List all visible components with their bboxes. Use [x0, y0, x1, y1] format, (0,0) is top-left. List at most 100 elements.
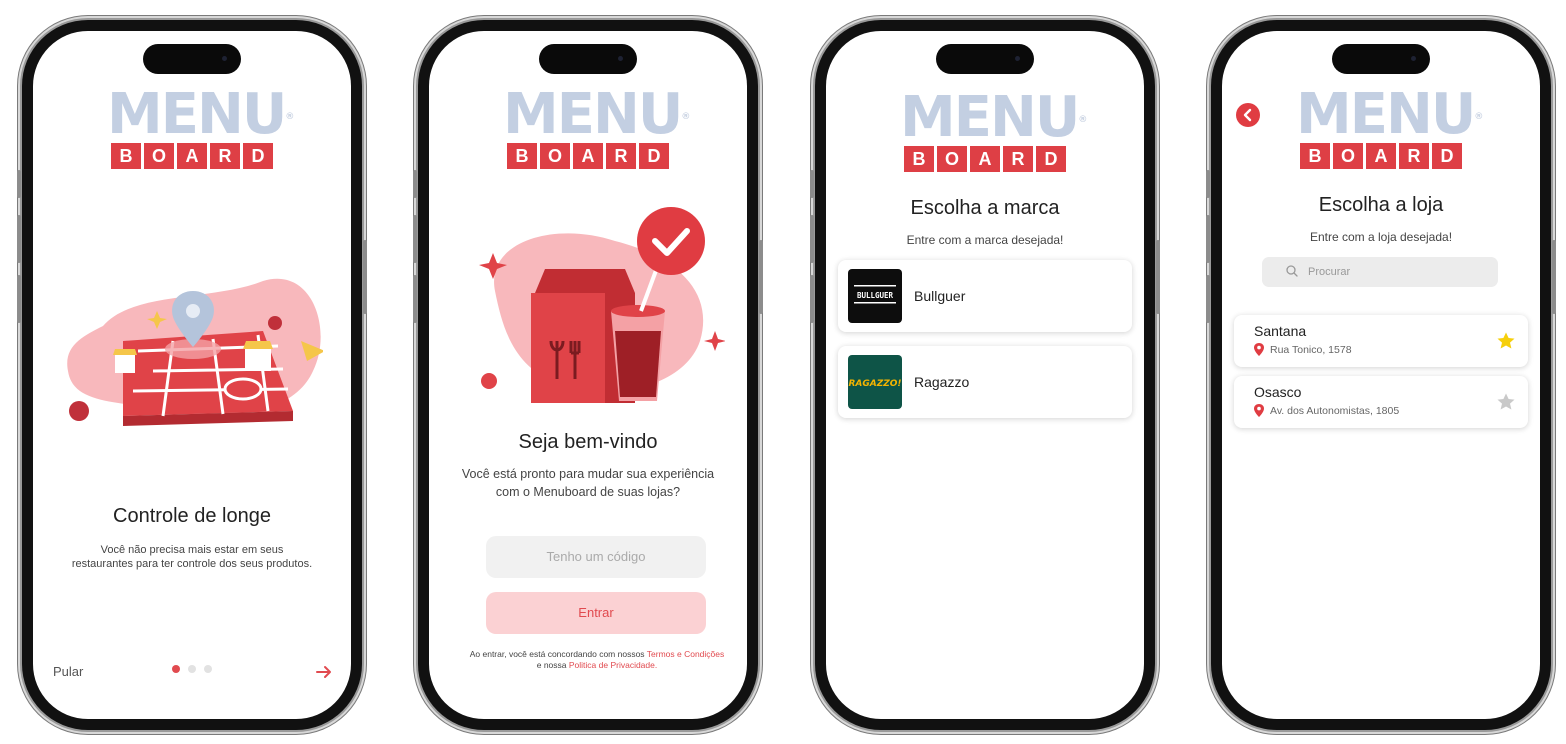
logo-registered: ®	[1474, 112, 1484, 122]
logo-registered: ®	[285, 112, 295, 122]
pin-dot	[186, 304, 200, 318]
store-title: Escolha a loja	[1318, 194, 1444, 216]
page-dot[interactable]	[204, 665, 212, 673]
cup-lid	[611, 305, 665, 317]
volume-button	[810, 215, 814, 263]
store-subtitle: Entre com a loja desejada!	[1309, 230, 1453, 244]
terms-text: Ao entrar, você está concordando com nos…	[469, 649, 725, 671]
brand-card[interactable]: RAGAZZO! Ragazzo	[838, 346, 1132, 418]
brand-name: Bullguer	[914, 288, 966, 304]
volume-button	[17, 215, 21, 263]
privacy-link[interactable]: Politica de Privacidade	[569, 660, 655, 670]
decor-dot	[481, 373, 497, 389]
logo-word: MENU	[107, 82, 287, 147]
shop-awning	[243, 341, 273, 349]
chevron-left-icon	[1243, 108, 1252, 122]
check-badge	[637, 207, 705, 275]
shop-left	[115, 355, 135, 373]
volume-button	[17, 275, 21, 323]
logo-word: MENU	[503, 82, 683, 147]
store-name: Osasco	[1254, 384, 1302, 400]
volume-button	[810, 275, 814, 323]
drink-liquid	[615, 331, 661, 397]
power-button	[1552, 240, 1556, 314]
search-icon	[1286, 265, 1298, 277]
page-dot[interactable]	[172, 665, 180, 673]
page-dot[interactable]	[188, 665, 196, 673]
welcome-screen: MENU ® BOARD Seja bem-vindo Você está pro…	[429, 31, 747, 719]
phone-store-select: MENU ® BOARD Escolha a loja Entre com a l…	[1206, 20, 1556, 730]
decor-dot	[268, 316, 282, 330]
store-address: Av. dos Autonomistas, 1805	[1270, 405, 1400, 417]
menuboard-logo: MENU ® BOARD	[107, 87, 294, 169]
dynamic-island	[143, 44, 241, 74]
phone-welcome: MENU ® BOARD Seja bem-vindo Você está pro…	[413, 20, 763, 730]
volume-button	[413, 275, 417, 323]
ragazzo-logo: RAGAZZO!	[848, 355, 902, 409]
brand-select-screen: MENU ® BOARD Escolha a marca Entre com a …	[826, 31, 1144, 719]
bullguer-logo: BULLGUER	[848, 269, 902, 323]
svg-text:BULLGUER: BULLGUER	[857, 291, 894, 300]
store-address: Rua Tonico, 1578	[1270, 344, 1352, 356]
map-roundabout	[223, 377, 263, 401]
brand-card[interactable]: BULLGUER Bullguer	[838, 260, 1132, 332]
search-input[interactable]: Procurar	[1262, 257, 1498, 287]
onboarding-screen: MENU ® BOARD Controle de longe Você não p…	[33, 31, 351, 719]
page-indicator	[172, 665, 212, 673]
logo-word: MENU	[900, 85, 1080, 150]
star-outline-icon[interactable]	[1496, 392, 1516, 412]
terms-mid: e nossa	[536, 660, 569, 670]
volume-button	[810, 170, 814, 198]
volume-button	[1206, 170, 1210, 198]
enter-button[interactable]: Entrar	[486, 592, 706, 634]
back-button[interactable]	[1236, 103, 1260, 127]
arrow-right-icon[interactable]	[315, 663, 333, 681]
onboarding-title: Controle de longe	[113, 505, 271, 527]
onboarding-description: Você não precisa mais estar em seus rest…	[71, 544, 313, 570]
search-placeholder: Procurar	[1308, 266, 1351, 278]
terms-end: .	[654, 660, 658, 670]
shop-awning	[113, 349, 137, 355]
star-filled-icon[interactable]	[1496, 331, 1516, 351]
terms-link[interactable]: Termos e Condições	[647, 649, 724, 659]
location-pin-icon	[1254, 404, 1264, 417]
terms-prefix: Ao entrar, você está concordando com nos…	[469, 649, 647, 659]
svg-text:RAGAZZO!: RAGAZZO!	[848, 379, 901, 389]
skip-button[interactable]: Pular	[53, 664, 83, 679]
dynamic-island	[1332, 44, 1430, 74]
brand-title: Escolha a marca	[910, 197, 1060, 219]
store-card[interactable]: Santana Rua Tonico, 1578	[1234, 315, 1528, 367]
menuboard-logo: MENU ® BOARD	[503, 87, 690, 169]
shop-right	[245, 349, 271, 371]
food-illustration	[479, 207, 725, 403]
phone-onboarding: MENU ® BOARD Controle de longe Você não p…	[17, 20, 367, 730]
logo-registered: ®	[681, 112, 691, 122]
bag-top	[535, 269, 635, 293]
location-pin-icon	[1254, 343, 1264, 356]
menuboard-logo: MENU ® BOARD	[900, 90, 1087, 172]
volume-button	[1206, 215, 1210, 263]
welcome-title: Seja bem-vindo	[518, 431, 658, 453]
code-button[interactable]: Tenho um código	[486, 536, 706, 578]
volume-button	[413, 170, 417, 198]
welcome-description: Você está pronto para mudar sua experiên…	[461, 467, 715, 499]
decor-dot	[69, 401, 89, 421]
power-button	[363, 240, 367, 314]
map-illustration	[67, 278, 323, 426]
logo-registered: ®	[1078, 115, 1088, 125]
sparkle-icon	[704, 331, 725, 351]
store-select-screen: MENU ® BOARD Escolha a loja Entre com a l…	[1222, 31, 1540, 719]
menuboard-logo: MENU ® BOARD	[1296, 87, 1483, 169]
store-name: Santana	[1254, 323, 1307, 339]
phone-brand-select: MENU ® BOARD Escolha a marca Entre com a …	[810, 20, 1160, 730]
dynamic-island	[936, 44, 1034, 74]
brand-subtitle: Entre com a marca desejada!	[906, 233, 1064, 247]
power-button	[759, 240, 763, 314]
store-card[interactable]: Osasco Av. dos Autonomistas, 1805	[1234, 376, 1528, 428]
logo-word: MENU	[1296, 82, 1476, 147]
volume-button	[413, 215, 417, 263]
dynamic-island	[539, 44, 637, 74]
volume-button	[17, 170, 21, 198]
brand-name: Ragazzo	[914, 374, 970, 390]
volume-button	[1206, 275, 1210, 323]
